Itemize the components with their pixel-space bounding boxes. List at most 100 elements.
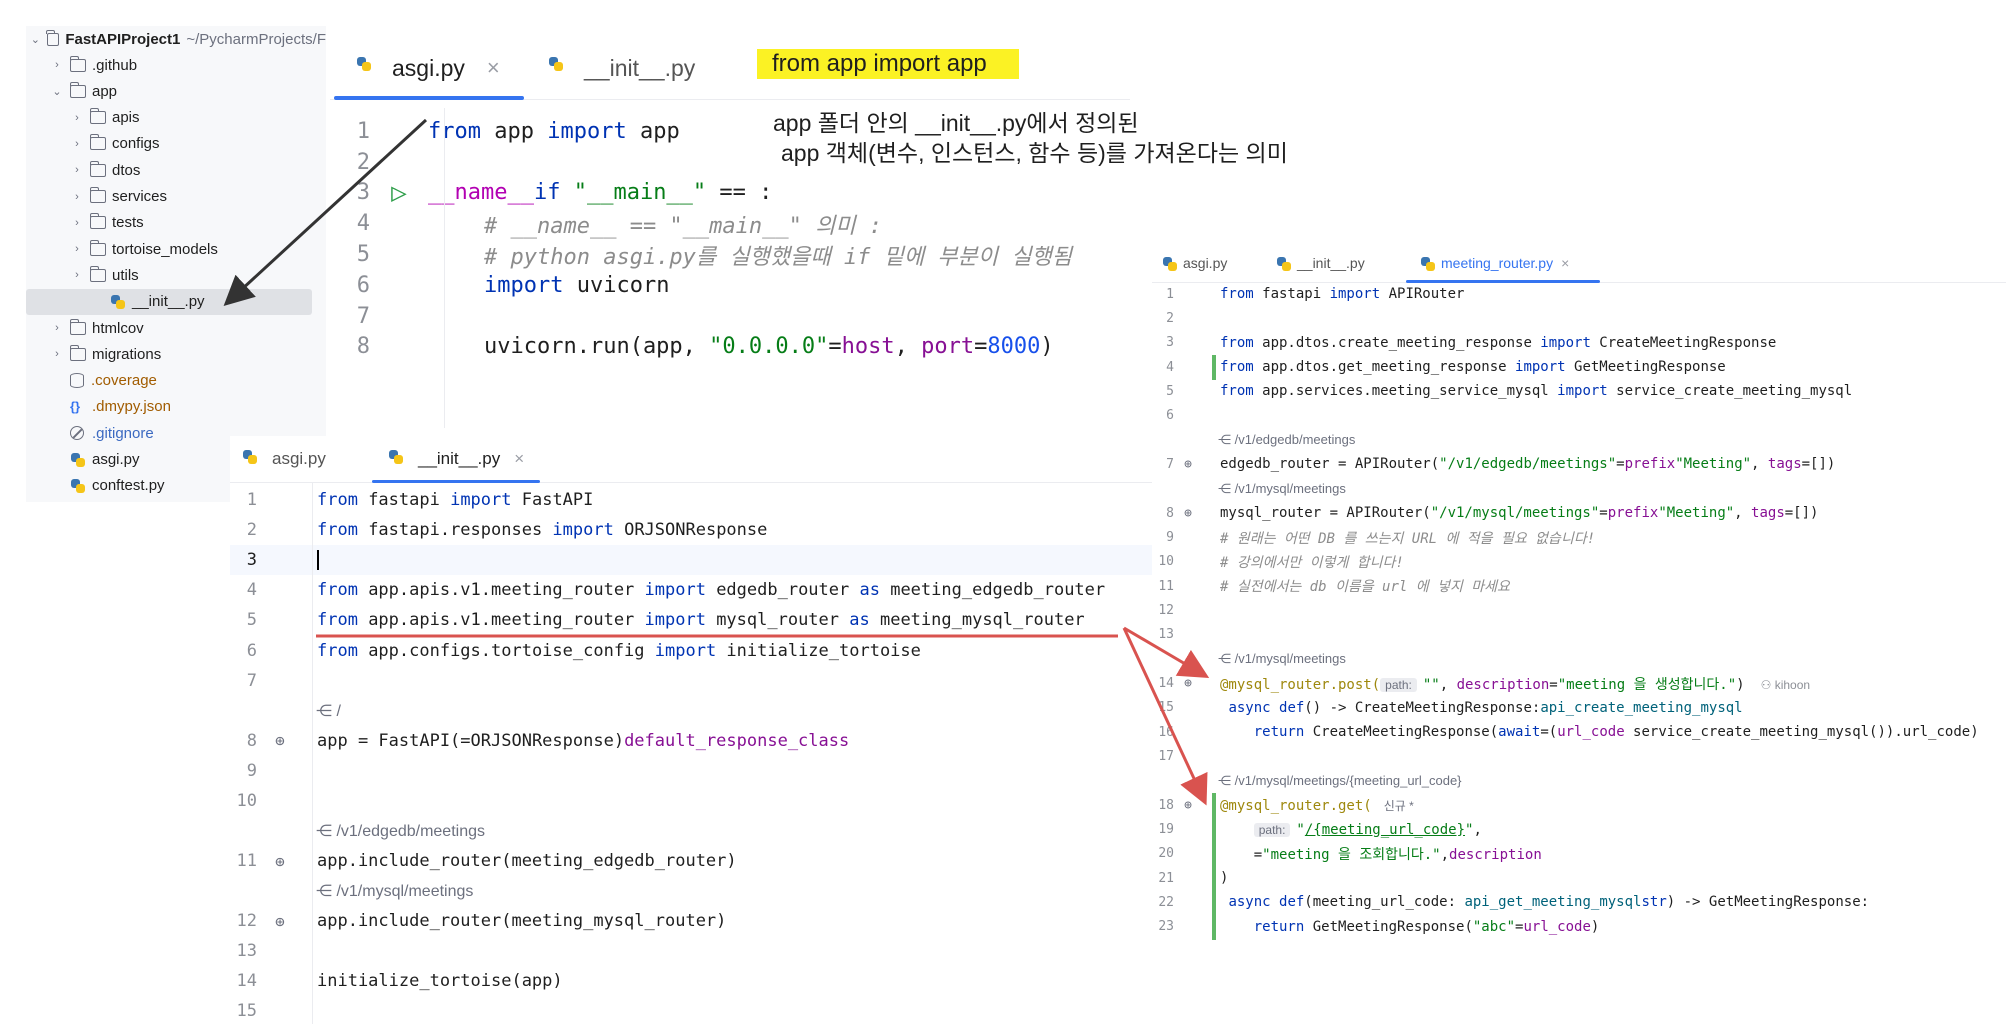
chevron-right-icon[interactable]: ›: [70, 268, 84, 282]
code-text[interactable]: @mysql_router.post(path: "", description=…: [1202, 674, 1810, 694]
code-text[interactable]: edgedb_router = APIRouter("/v1/edgedb/me…: [1202, 456, 1835, 472]
code-text[interactable]: @mysql_router.get(신규 *: [1202, 797, 1414, 814]
code-text[interactable]: app = FastAPI(=ORJSONResponse)default_re…: [303, 731, 849, 751]
tree-item-tortoisemodels[interactable]: › tortoise_models: [26, 236, 326, 262]
code-text[interactable]: # 원래는 어떤 DB 를 쓰는지 URL 에 적을 필요 없습니다!: [1202, 528, 1595, 548]
tab-meeting-router[interactable]: meeting_router.py ×: [1420, 249, 1569, 277]
globe-icon[interactable]: ⊕: [1174, 506, 1202, 521]
code-text[interactable]: from fastapi import APIRouter: [1202, 286, 1464, 302]
code-text[interactable]: async def() -> CreateMeetingResponse:api…: [1202, 700, 1742, 716]
code-line: 2 from fastapi.responses import ORJSONRes…: [230, 515, 1152, 545]
code-text[interactable]: from app import app: [428, 119, 680, 144]
tab-init[interactable]: __init__.py: [548, 48, 695, 88]
code-text[interactable]: import uvicorn: [428, 273, 669, 298]
tree-item-utils[interactable]: › utils: [26, 262, 326, 288]
code-text[interactable]: # __name__ == "__main__" 의미 :: [428, 208, 882, 240]
globe-icon[interactable]: ⊕: [257, 731, 303, 750]
code-text[interactable]: from app.dtos.get_meeting_response impor…: [1202, 359, 1726, 375]
tab-init[interactable]: __init__.py: [1276, 249, 1365, 277]
route-hint[interactable]: ⋲ /v1/mysql/meetings: [316, 881, 473, 901]
code-text[interactable]: from app.apis.v1.meeting_router import e…: [303, 580, 1105, 600]
highlight-note: from app import app: [757, 49, 1019, 79]
code-text[interactable]: app.include_router(meeting_mysql_router): [303, 911, 726, 931]
chevron-right-icon[interactable]: ›: [70, 111, 84, 125]
code-text[interactable]: from app.services.meeting_service_mysql …: [1202, 383, 1852, 399]
code-text[interactable]: ="meeting 을 조회합니다.",description: [1202, 844, 1542, 864]
close-icon[interactable]: ×: [514, 449, 524, 469]
tree-item-configs[interactable]: › configs: [26, 131, 326, 157]
code-text[interactable]: # 실전에서는 db 이름을 url 에 넣지 마세요: [1202, 576, 1510, 596]
route-hint[interactable]: ⋲ /v1/mysql/meetings: [1218, 651, 1346, 667]
code-text[interactable]: uvicorn.run(app, "0.0.0.0"=host, port=80…: [428, 334, 1054, 359]
code-token: return: [1253, 724, 1305, 741]
globe-icon[interactable]: ⊕: [1174, 676, 1202, 691]
code-token: app.include_router(meeting_edgedb_router…: [317, 851, 737, 872]
tree-item-services[interactable]: › services: [26, 184, 326, 210]
code-text[interactable]: __name__if "__main__" == :: [428, 180, 772, 205]
route-hint[interactable]: ⋲ /: [316, 701, 341, 721]
tab-init[interactable]: __init__.py ×: [388, 444, 524, 474]
code-text[interactable]: # python asgi.py를 실행했을때 if 밑에 부분이 실행됨: [428, 239, 1072, 271]
tree-item-dmypyjson[interactable]: {} .dmypy.json: [26, 394, 326, 420]
tree-root[interactable]: ⌄ FastAPIProject1 ~/PycharmProjects/F: [26, 26, 326, 52]
code-text[interactable]: app.include_router(meeting_edgedb_router…: [303, 851, 737, 871]
json-file-icon: {}: [70, 399, 81, 415]
tree-item-app[interactable]: ⌄ app: [26, 78, 326, 104]
route-hint[interactable]: ⋲ /v1/mysql/meetings/{meeting_url_code}: [1218, 773, 1462, 789]
code-line: 23 return GetMeetingResponse("abc"=url_c…: [1152, 915, 2006, 939]
globe-icon[interactable]: ⊕: [257, 852, 303, 871]
chevron-right-icon[interactable]: ›: [50, 347, 64, 361]
tab-label: __init__.py: [1297, 255, 1365, 271]
chevron-right-icon[interactable]: ›: [50, 58, 64, 72]
tree-item-label: dtos: [112, 161, 141, 179]
chevron-right-icon[interactable]: ›: [70, 242, 84, 256]
globe-icon[interactable]: ⊕: [257, 912, 303, 931]
code-text[interactable]: async def(meeting_url_code: api_get_meet…: [1202, 894, 1869, 910]
chevron-down-icon[interactable]: ⌄: [50, 84, 64, 98]
tree-item-tests[interactable]: › tests: [26, 210, 326, 236]
tree-item-github[interactable]: › .github: [26, 52, 326, 78]
chevron-right-icon[interactable]: ›: [70, 163, 84, 177]
tab-asgi[interactable]: asgi.py ×: [356, 48, 500, 88]
change-marker: [1212, 793, 1216, 819]
chevron-right-icon[interactable]: ›: [50, 321, 64, 335]
close-icon[interactable]: ×: [1561, 255, 1569, 271]
tab-asgi[interactable]: asgi.py: [1162, 249, 1227, 277]
tree-item-apis[interactable]: › apis: [26, 105, 326, 131]
code-text[interactable]: path: "/{meeting_url_code}",: [1202, 822, 1482, 838]
tree-item-dtos[interactable]: › dtos: [26, 157, 326, 183]
tree-item-initpy[interactable]: __init__.py: [26, 288, 312, 315]
chevron-down-icon[interactable]: ⌄: [30, 32, 41, 46]
code-text[interactable]: # 강의에서만 이렇게 합니다!: [1202, 552, 1404, 572]
tab-asgi[interactable]: asgi.py: [242, 444, 326, 474]
code-text[interactable]: mysql_router = APIRouter("/v1/mysql/meet…: [1202, 505, 1818, 521]
code-text[interactable]: from app.configs.tortoise_config import …: [303, 641, 921, 661]
code-line: 11 ⊕ app.include_router(meeting_edgedb_rou…: [230, 846, 1152, 876]
route-path: /v1/mysql/meetings: [336, 883, 474, 901]
text-cursor: [317, 550, 319, 571]
code-text[interactable]: [303, 550, 319, 571]
code-text[interactable]: return GetMeetingResponse("abc"=url_code…: [1202, 919, 1600, 935]
tab-label: asgi.py: [272, 449, 326, 468]
chevron-right-icon[interactable]: ›: [70, 190, 84, 204]
tree-item-coverage[interactable]: .coverage: [26, 368, 326, 394]
tree-item-htmlcov[interactable]: › htmlcov: [26, 315, 326, 341]
run-icon[interactable]: ▷: [370, 178, 428, 208]
tree-item-migrations[interactable]: › migrations: [26, 341, 326, 367]
globe-icon[interactable]: ⊕: [1174, 457, 1202, 472]
route-hint[interactable]: ⋲ /v1/edgedb/meetings: [1218, 432, 1355, 448]
chevron-right-icon[interactable]: ›: [70, 216, 84, 230]
close-icon[interactable]: ×: [487, 55, 500, 81]
code-text[interactable]: return CreateMeetingResponse(await=(url_…: [1202, 724, 1979, 740]
code-text[interactable]: initialize_tortoise(app): [303, 971, 563, 991]
code-text[interactable]: from app.dtos.create_meeting_response im…: [1202, 335, 1776, 351]
globe-icon[interactable]: ⊕: [1174, 798, 1202, 813]
code-text[interactable]: from fastapi.responses import ORJSONResp…: [303, 520, 767, 540]
chevron-right-icon[interactable]: ›: [70, 137, 84, 151]
route-hint[interactable]: ⋲ /v1/mysql/meetings: [1218, 481, 1346, 497]
code-text[interactable]: from app.apis.v1.meeting_router import m…: [303, 610, 1085, 630]
code-text[interactable]: from fastapi import FastAPI: [303, 490, 593, 510]
editor-asgi: asgi.py × __init__.py 1 from app import a…: [330, 38, 1130, 428]
route-hint[interactable]: ⋲ /v1/edgedb/meetings: [316, 821, 485, 841]
code-token: /{meeting_url_code}: [1304, 821, 1466, 838]
